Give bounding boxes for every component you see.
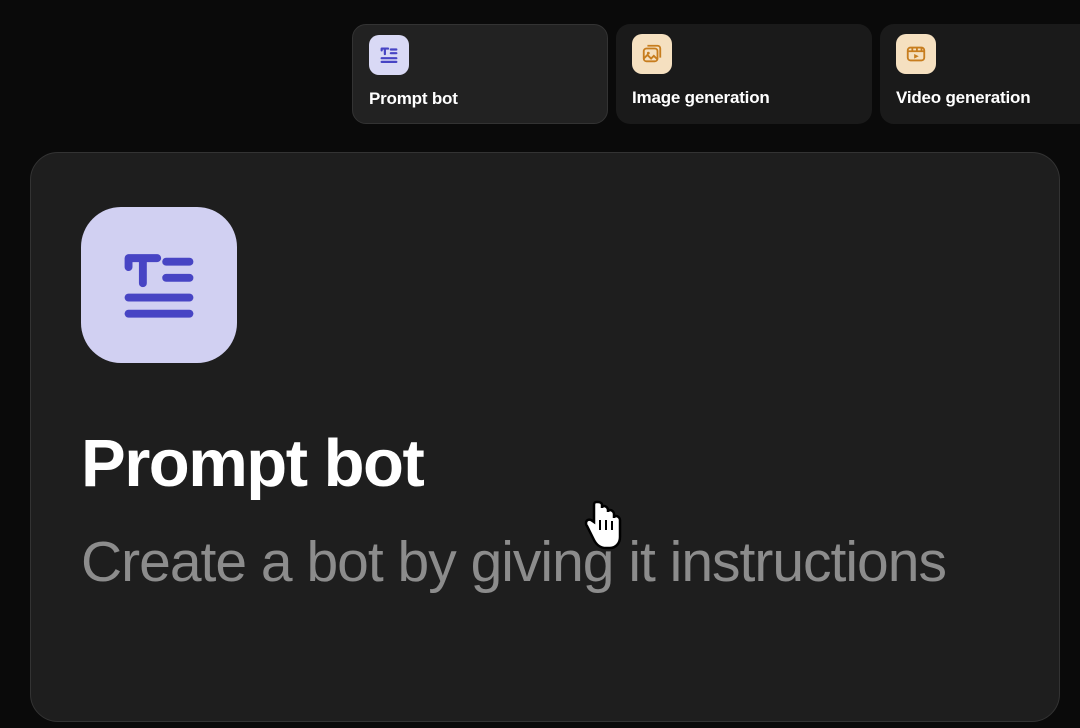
tabs-row: Prompt bot Image generation Video genera [0,0,1080,124]
tab-label: Image generation [632,88,856,108]
text-lines-icon [81,207,237,363]
image-stack-icon [632,34,672,74]
card-title: Prompt bot [81,425,1009,502]
tab-video-generation[interactable]: Video generation [880,24,1080,124]
tab-label: Video generation [896,88,1080,108]
tab-label: Prompt bot [369,89,591,109]
text-lines-icon [369,35,409,75]
tab-prompt-bot[interactable]: Prompt bot [352,24,608,124]
video-icon [896,34,936,74]
card-description: Create a bot by giving it instructions [81,526,1009,599]
tab-image-generation[interactable]: Image generation [616,24,872,124]
card-prompt-bot[interactable]: Prompt bot Create a bot by giving it ins… [30,152,1060,722]
